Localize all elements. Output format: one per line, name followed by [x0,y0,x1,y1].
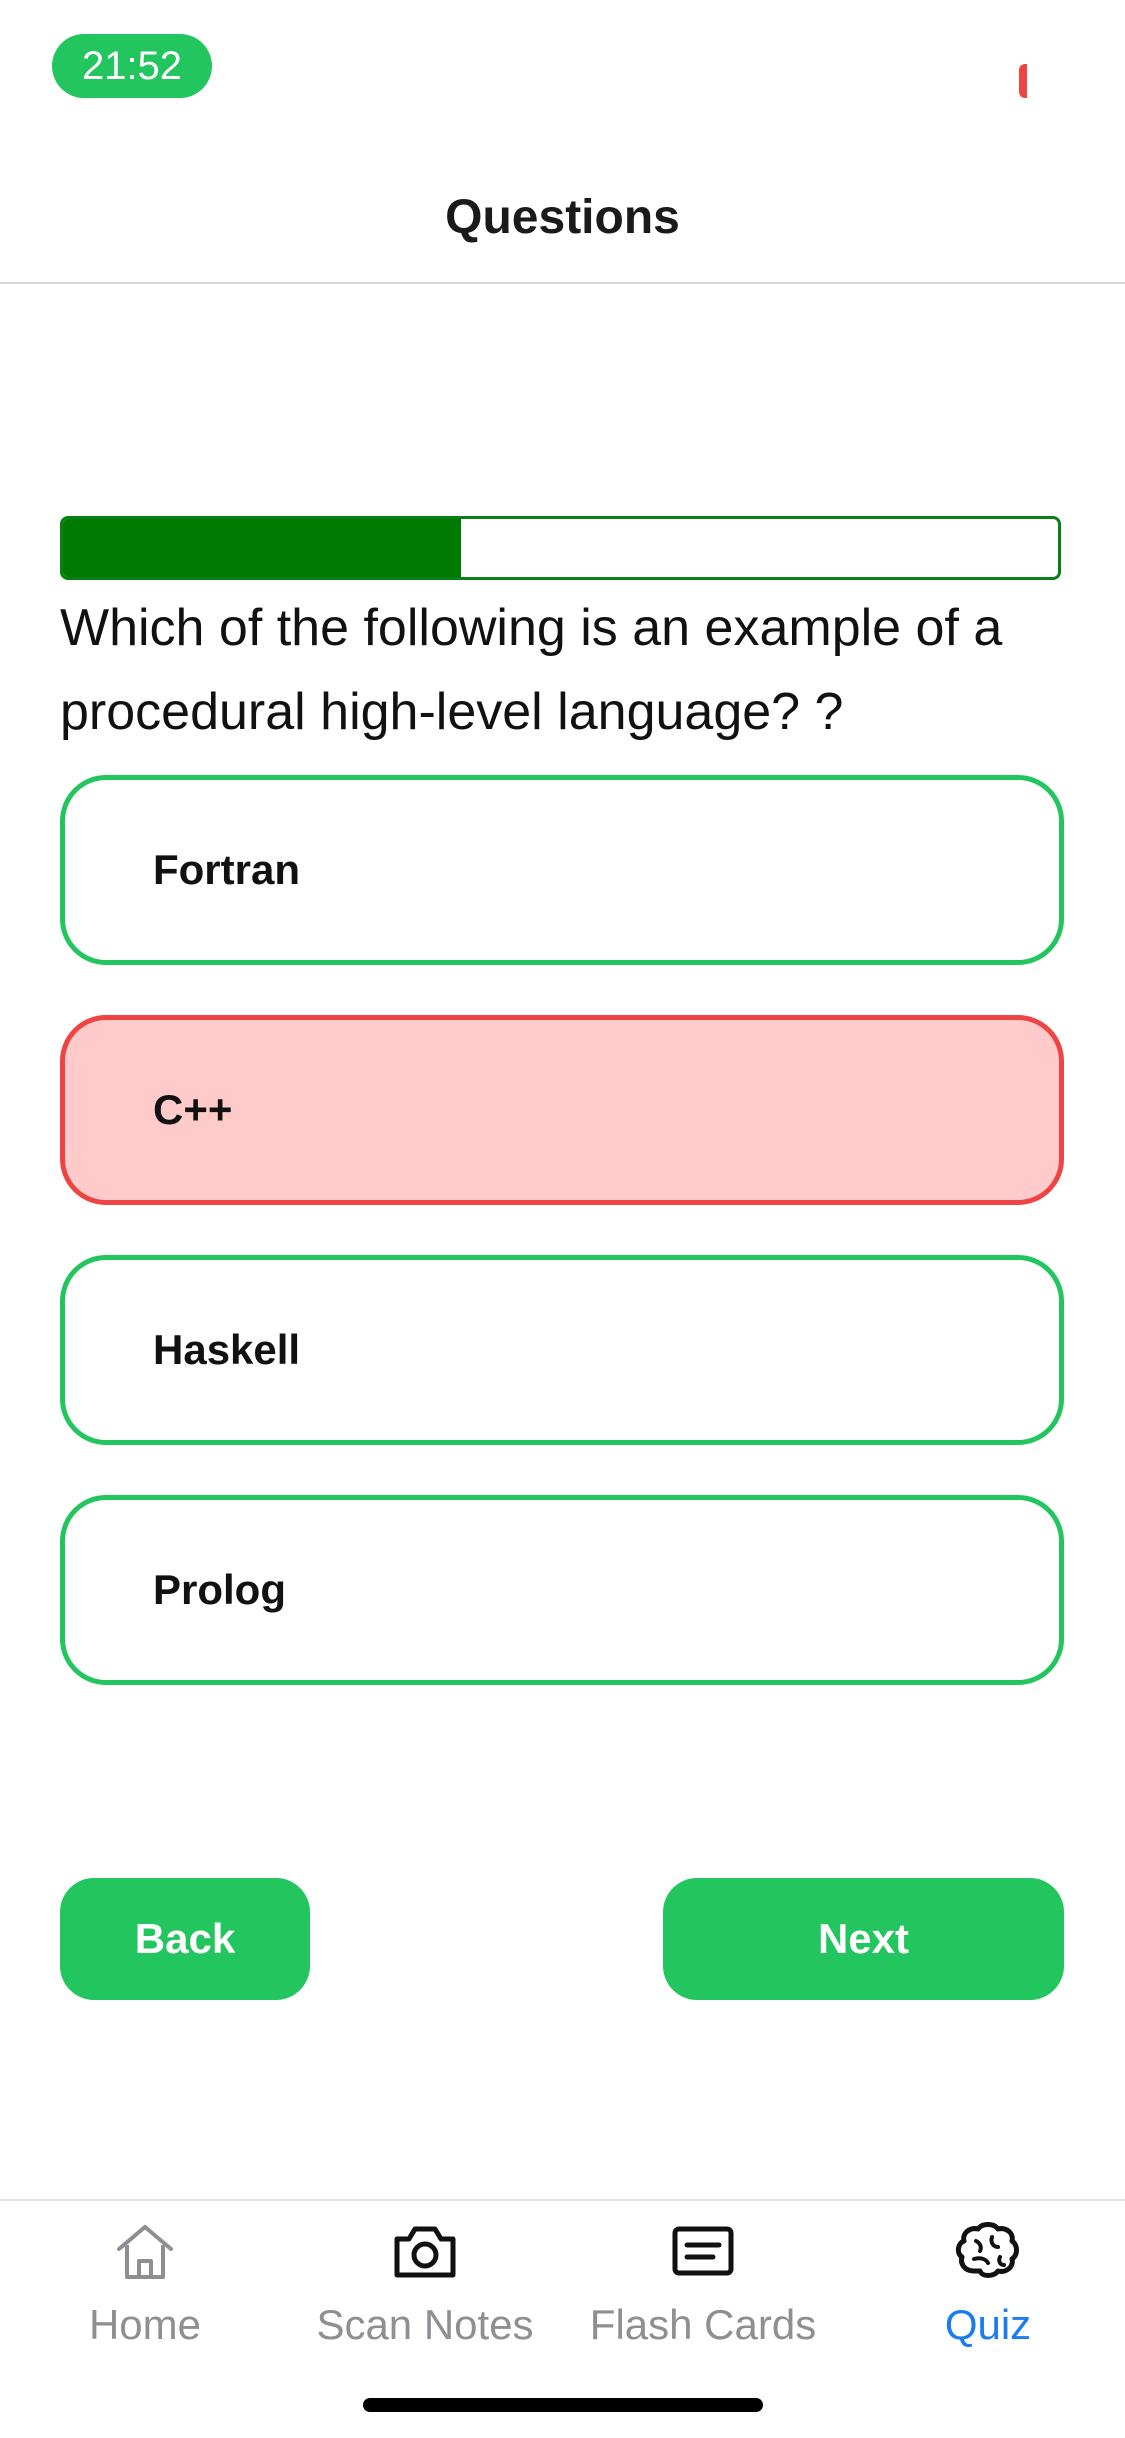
question-text: Which of the following is an example of … [60,599,1003,741]
answer-option-label: C++ [153,1086,233,1133]
answer-option-haskell[interactable]: Haskell [60,1255,1064,1445]
tab-quiz-label: Quiz [944,2301,1032,2348]
brain-icon [955,2222,1019,2278]
tab-home[interactable]: Home [5,2215,285,2349]
answer-option-cpp-incorrect[interactable]: C++ [60,1015,1064,1205]
card-icon [672,2226,734,2276]
answer-option-fortran[interactable]: Fortran [60,775,1064,965]
home-indicator[interactable] [363,2398,763,2412]
back-button[interactable]: Back [60,1878,310,2000]
tab-flash-cards[interactable]: Flash Cards [563,2215,843,2349]
tab-quiz[interactable]: Quiz [848,2215,1125,2349]
tab-scan-notes-label: Scan Notes [316,2301,534,2348]
tab-scan-notes[interactable]: Scan Notes [285,2215,565,2349]
status-time: 21:52 [52,34,212,98]
navigation-header: Questions [0,160,1125,284]
answer-option-label: Prolog [153,1566,286,1613]
status-indicator [1019,64,1027,98]
quiz-progress-bar [60,516,1061,580]
answer-option-label: Fortran [153,846,300,893]
quiz-progress-fill [63,519,461,577]
camera-icon [394,2226,456,2278]
answer-option-prolog[interactable]: Prolog [60,1495,1064,1685]
answer-option-label: Haskell [153,1326,301,1373]
page-title: Questions [445,191,680,244]
tab-home-label: Home [88,2301,202,2348]
next-button[interactable]: Next [663,1878,1064,2000]
home-icon [117,2225,173,2279]
tab-flash-cards-label: Flash Cards [589,2301,817,2348]
